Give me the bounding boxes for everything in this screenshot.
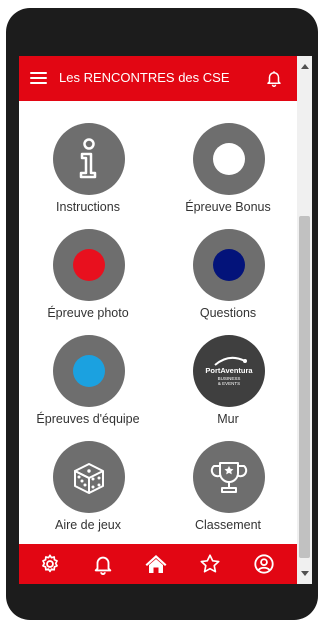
- app-title: Les RENCONTRES des CSE: [59, 70, 230, 85]
- home-icon: [145, 555, 167, 573]
- tile-grid: Instructions Épreuve Bonus Épreuve photo…: [19, 101, 297, 544]
- logo-line-3: & EVENTS: [218, 381, 240, 386]
- user-icon: [254, 554, 274, 574]
- tile-aire-de-jeux[interactable]: Aire de jeux: [19, 419, 157, 532]
- blue-dot-icon: [73, 355, 105, 387]
- star-icon: [200, 554, 220, 573]
- tile-circle: [53, 335, 125, 407]
- tile-epreuves-equipe[interactable]: Épreuves d'équipe: [19, 313, 157, 426]
- tile-mur[interactable]: PortAventura BUSINESS & EVENTS Mur: [159, 313, 297, 426]
- tile-circle: [193, 441, 265, 513]
- scroll-down-arrow-icon[interactable]: [301, 571, 309, 576]
- bottom-nav: [19, 544, 297, 584]
- red-dot-icon: [73, 249, 105, 281]
- tile-circle: PortAventura BUSINESS & EVENTS: [193, 335, 265, 407]
- bell-icon[interactable]: [265, 68, 283, 88]
- tile-label: Classement: [195, 518, 261, 532]
- nav-favorites[interactable]: [198, 552, 222, 576]
- tile-label: Aire de jeux: [54, 518, 121, 532]
- navy-dot-icon: [213, 249, 245, 281]
- dice-icon: [74, 463, 104, 494]
- bell-icon: [94, 556, 112, 575]
- nav-profile[interactable]: [252, 552, 276, 576]
- scrollbar[interactable]: [297, 56, 312, 584]
- trophy-icon: [210, 462, 248, 493]
- info-icon: [79, 138, 97, 179]
- tile-classement[interactable]: Classement: [159, 419, 297, 532]
- tile-circle: [53, 229, 125, 301]
- top-bar: Les RENCONTRES des CSE: [19, 56, 297, 101]
- tile-circle: [53, 441, 125, 513]
- app-screen: Les RENCONTRES des CSE Instructions Épre…: [19, 56, 297, 584]
- tile-questions[interactable]: Questions: [159, 207, 297, 320]
- portaventura-logo: PortAventura BUSINESS & EVENTS: [205, 356, 253, 386]
- nav-home[interactable]: [144, 552, 168, 576]
- logo-line-1: PortAventura: [205, 366, 253, 375]
- tile-circle: [193, 123, 265, 195]
- nav-settings[interactable]: [38, 552, 62, 576]
- tile-circle: [53, 123, 125, 195]
- tile-instructions[interactable]: Instructions: [19, 101, 157, 214]
- tile-circle: [193, 229, 265, 301]
- tile-epreuve-photo[interactable]: Épreuve photo: [19, 207, 157, 320]
- gear-icon: [42, 554, 58, 573]
- tile-epreuve-bonus[interactable]: Épreuve Bonus: [159, 101, 297, 214]
- hamburger-icon[interactable]: [30, 71, 47, 85]
- white-dot-icon: [213, 143, 245, 175]
- nav-notifications[interactable]: [91, 552, 115, 576]
- scrollbar-thumb[interactable]: [299, 216, 310, 558]
- scroll-up-arrow-icon[interactable]: [301, 64, 309, 69]
